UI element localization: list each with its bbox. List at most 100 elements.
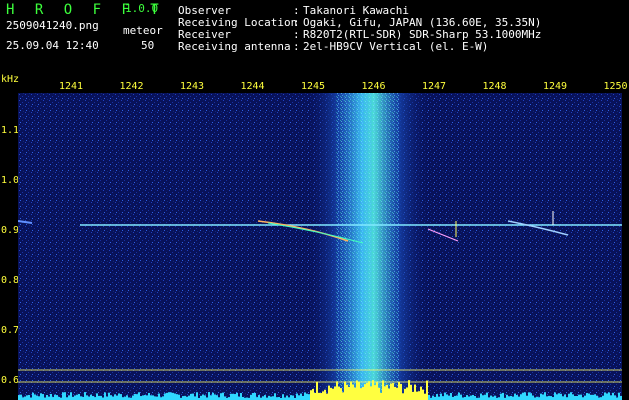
activity-bar [558,393,560,400]
activity-bar [486,392,488,400]
activity-bar [84,392,86,400]
activity-bar [432,395,434,400]
activity-bar [494,395,496,400]
activity-bar [468,396,470,400]
activity-bar [330,387,332,400]
activity-bar [556,394,558,400]
activity-bar [560,393,562,400]
activity-bar [224,396,226,400]
activity-bar [154,396,156,400]
activity-bar [428,394,430,400]
activity-bar [40,393,42,400]
activity-bar [436,394,438,400]
activity-bar [112,396,114,400]
activity-bar [118,393,120,400]
activity-bar [334,386,336,400]
activity-bar [28,394,30,400]
activity-bar [282,394,284,400]
activity-bar [336,381,338,400]
activity-bar [250,394,252,400]
activity-bar [214,394,216,400]
activity-bar [252,393,254,400]
activity-bar [166,392,168,400]
activity-bar [24,396,26,400]
activity-bar [116,395,118,400]
activity-bar [454,395,456,400]
activity-bar [562,396,564,400]
activity-bar [74,395,76,400]
activity-bar [620,395,622,400]
activity-bar [406,387,408,400]
activity-bar [296,393,298,400]
activity-bar [390,383,392,400]
antenna-label: Receiving antenna [178,40,291,53]
activity-bar [176,394,178,400]
activity-bar [100,395,102,400]
activity-bar [318,392,320,400]
activity-bar [210,395,212,400]
activity-bar [302,395,304,400]
activity-bar [230,393,232,400]
activity-bar [572,394,574,400]
activity-bar [200,395,202,400]
activity-bar [516,395,518,400]
activity-bar [442,396,444,400]
activity-bar [68,395,70,400]
activity-bar [274,393,276,400]
activity-bar [444,392,446,400]
activity-bar [26,395,28,400]
activity-bar [340,388,342,400]
activity-bar [528,392,530,400]
activity-bar [124,396,126,400]
frequency-tick-label: 1249 [543,81,568,92]
frequency-tick-label: 1248 [482,81,507,92]
activity-bar [392,383,394,400]
activity-bar [450,393,452,400]
activity-bar [134,393,136,400]
activity-bar [586,393,588,400]
activity-bar [490,395,492,400]
frequency-tick-label: 1243 [180,81,205,92]
activity-bar [596,395,598,400]
activity-bar [400,383,402,400]
activity-bar [514,393,516,400]
activity-bar [322,391,324,400]
activity-bar [326,393,328,400]
khz-unit-label: kHz [1,74,20,85]
activity-bar [394,386,396,400]
activity-bar [316,381,318,400]
activity-bar [54,394,56,400]
frequency-tick-label: 1246 [361,81,386,92]
activity-bar [234,394,236,400]
activity-bar [548,395,550,400]
image-filename: 2509041240.png [6,19,99,32]
activity-bar [168,392,170,400]
activity-bar [158,393,160,400]
activity-bar [610,395,612,400]
activity-bar [354,387,356,400]
activity-bar [588,393,590,400]
activity-bar [580,394,582,400]
activity-bar [232,393,234,400]
activity-bar [420,386,422,400]
activity-bar [216,395,218,400]
meteor-count-label: meteor [123,24,163,37]
activity-bar [182,396,184,400]
activity-bar [412,391,414,400]
activity-bar [238,396,240,400]
activity-bar [608,392,610,400]
activity-bar [410,384,412,400]
activity-bar [540,393,542,400]
activity-bar [350,381,352,400]
activity-bar [120,394,122,400]
activity-bar [328,385,330,400]
activity-bar [106,396,108,400]
activity-bar [204,395,206,400]
activity-bar [324,389,326,400]
activity-bar [270,396,272,400]
activity-bar [308,394,310,400]
spectrogram [18,93,622,400]
activity-bar [380,392,382,400]
activity-bar [264,395,266,400]
activity-bar [544,392,546,400]
